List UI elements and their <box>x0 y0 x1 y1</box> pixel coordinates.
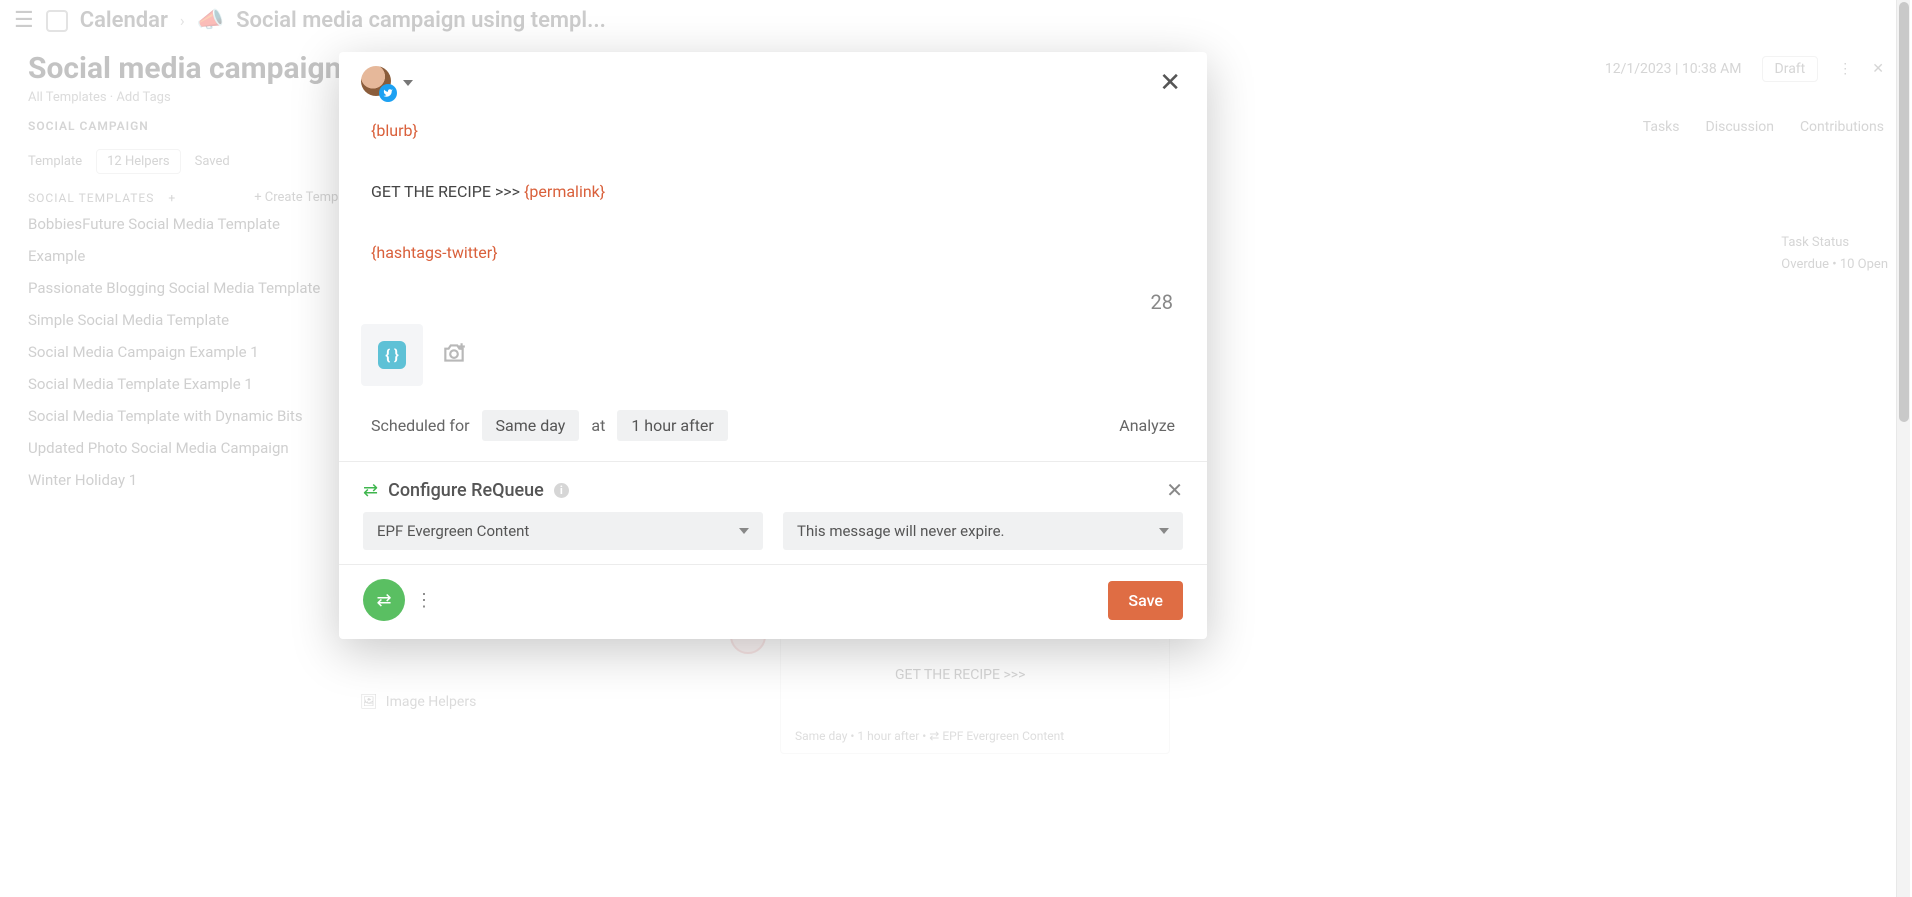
subheader-label: SOCIAL TEMPLATES <box>28 191 154 205</box>
save-button[interactable]: Save <box>1108 581 1183 620</box>
requeue-expire-value: This message will never expire. <box>797 522 1005 540</box>
tab-discussion: Discussion <box>1706 119 1774 135</box>
modal-footer: ⇄ ⋮ Save <box>339 565 1207 639</box>
compose-toolbar: { } <box>339 314 1207 404</box>
image-icon: 🖼 <box>360 694 378 710</box>
twitter-badge-icon <box>379 84 397 102</box>
close-icon: ✕ <box>1872 61 1884 77</box>
hamburger-icon: ☰ <box>14 8 34 33</box>
requeue-selects: EPF Evergreen Content This message will … <box>363 512 1183 550</box>
more-options-button[interactable]: ⋮ <box>415 590 432 611</box>
chevron-down-icon <box>403 80 413 86</box>
tabs: Tasks Discussion Contributions <box>1643 119 1884 135</box>
placeholder-chip-icon: { } <box>378 341 406 369</box>
requeue-title: Configure ReQueue <box>388 480 544 501</box>
schedule-row: Scheduled for Same day at 1 hour after A… <box>339 404 1207 461</box>
right-column: Task Status Overdue • 10 Open <box>1781 232 1888 276</box>
top-bar: ☰ Calendar › 📣 Social media campaign usi… <box>0 0 1912 41</box>
requeue-group-select[interactable]: EPF Evergreen Content <box>363 512 763 550</box>
compose-modal: ✕ {blurb} GET THE RECIPE >>> {permalink}… <box>339 52 1207 639</box>
preview-meta: Same day • 1 hour after • ⇄ EPF Evergree… <box>795 729 1155 743</box>
tab-tasks: Tasks <box>1643 119 1680 135</box>
image-helpers-text: Image Helpers <box>386 694 477 710</box>
scheduled-for-label: Scheduled for <box>371 416 470 435</box>
preview-body: GET THE RECIPE >>> <box>895 667 1155 683</box>
compose-text: GET THE RECIPE >>> <box>371 182 520 201</box>
breadcrumb-current: Social media campaign using templ... <box>236 8 606 33</box>
calendar-icon <box>46 10 68 32</box>
chevron-right-icon: › <box>180 11 185 30</box>
title-right: 12/1/2023 | 10:38 AM Draft ⋮ ✕ <box>1605 56 1884 82</box>
schedule-day-select[interactable]: Same day <box>482 410 580 441</box>
placeholder-permalink: {permalink} <box>524 182 605 201</box>
campaign-label: SOCIAL CAMPAIGN <box>28 119 149 135</box>
megaphone-icon: 📣 <box>197 8 224 33</box>
at-label: at <box>591 416 605 435</box>
kebab-icon: ⋮ <box>1838 61 1852 77</box>
shuffle-icon: ⇄ <box>363 480 378 501</box>
chevron-down-icon <box>739 528 749 534</box>
task-status-label: Task Status <box>1781 232 1888 254</box>
vertical-scrollbar[interactable] <box>1896 0 1910 897</box>
requeue-title-row: ⇄ Configure ReQueue i ✕ <box>363 478 1183 502</box>
compose-textarea[interactable]: {blurb} GET THE RECIPE >>> {permalink} {… <box>339 100 1207 290</box>
profile-avatar <box>361 66 395 100</box>
plus-icon: + <box>168 191 176 205</box>
schedule-left: Scheduled for Same day at 1 hour after <box>371 410 728 441</box>
info-icon[interactable]: i <box>554 483 569 498</box>
chevron-down-icon <box>1159 528 1169 534</box>
page-title: Social media campaign usi <box>28 51 389 86</box>
tab-contributions: Contributions <box>1800 119 1884 135</box>
image-helpers-label: 🖼 Image Helpers <box>360 694 476 710</box>
requeue-section: ⇄ Configure ReQueue i ✕ EPF Evergreen Co… <box>339 462 1207 564</box>
template-saved: Saved <box>195 154 230 169</box>
insert-placeholder-button[interactable]: { } <box>361 324 423 386</box>
close-button[interactable]: ✕ <box>1155 66 1185 100</box>
analyze-button[interactable]: Analyze <box>1119 416 1175 435</box>
status-draft: Draft <box>1762 56 1819 82</box>
task-status-value: Overdue • 10 Open <box>1781 254 1888 276</box>
breadcrumb-root: Calendar <box>80 8 168 33</box>
placeholder-hashtags: {hashtags-twitter} <box>371 243 498 262</box>
modal-header: ✕ <box>339 52 1207 100</box>
requeue-group-value: EPF Evergreen Content <box>377 522 529 540</box>
template-label: Template <box>28 154 82 169</box>
requeue-close-button[interactable]: ✕ <box>1166 478 1183 502</box>
add-media-button[interactable] <box>441 340 467 370</box>
project-date: 12/1/2023 | 10:38 AM <box>1605 61 1742 77</box>
placeholder-blurb: {blurb} <box>371 121 418 140</box>
requeue-toggle-button[interactable]: ⇄ <box>363 579 405 621</box>
scrollbar-thumb[interactable] <box>1899 2 1909 422</box>
character-count: 28 <box>339 290 1207 314</box>
schedule-offset-select[interactable]: 1 hour after <box>617 410 728 441</box>
template-value: 12 Helpers <box>96 149 180 174</box>
requeue-expire-select[interactable]: This message will never expire. <box>783 512 1183 550</box>
footer-left: ⇄ ⋮ <box>363 579 432 621</box>
profile-selector[interactable] <box>361 66 413 100</box>
